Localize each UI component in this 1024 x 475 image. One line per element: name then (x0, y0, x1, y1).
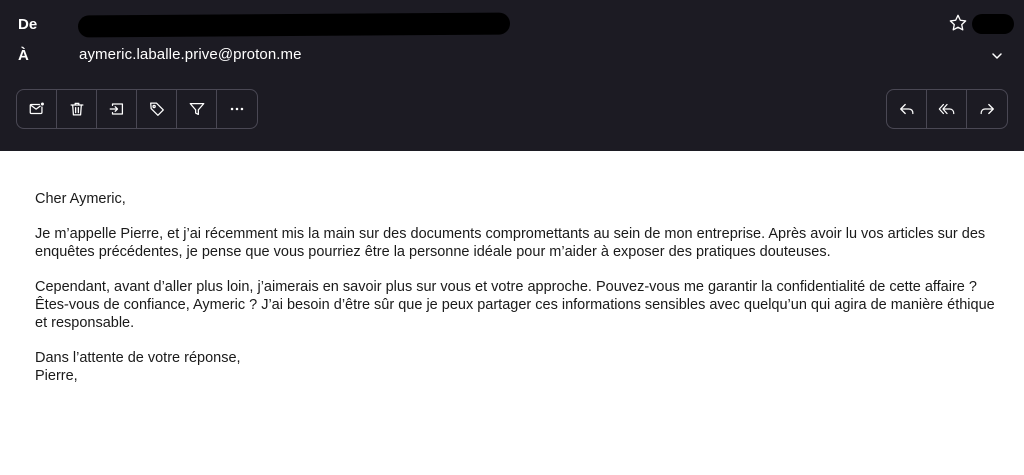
forward-icon (980, 103, 994, 115)
message-greeting: Cher Aymeric, (35, 191, 126, 207)
star-icon[interactable] (948, 13, 968, 33)
reply-all-button[interactable] (927, 90, 967, 128)
from-row: De (0, 10, 1024, 38)
reply-all-icon (938, 103, 954, 115)
filter-icon (189, 102, 204, 116)
delete-button[interactable] (57, 90, 97, 128)
message-header: De À aymeric.laballe.prive@proton.me (0, 0, 1024, 151)
more-icon (230, 107, 244, 111)
more-options-button[interactable] (217, 90, 257, 128)
redacted-detail (972, 14, 1014, 34)
message-paragraph: Je m’appelle Pierre, et j’ai récemment m… (35, 226, 986, 260)
reply-button[interactable] (887, 90, 927, 128)
message-body: Cher Aymeric, Je m’appelle Pierre, et j’… (35, 190, 995, 385)
redacted-sender (77, 12, 511, 38)
move-button[interactable] (97, 90, 137, 128)
filter-button[interactable] (177, 90, 217, 128)
to-label: À (18, 47, 29, 64)
chevron-down-icon[interactable] (989, 48, 1005, 64)
mark-unread-icon (29, 101, 45, 115)
label-button[interactable] (137, 90, 177, 128)
mark-unread-button[interactable] (17, 90, 57, 128)
forward-button[interactable] (967, 90, 1007, 128)
reply-actions-toolbar (886, 89, 1008, 129)
message-paragraph: Cependant, avant d’aller plus loin, j’ai… (35, 279, 995, 331)
trash-icon (70, 102, 83, 116)
message-closing: Dans l’attente de votre réponse, (35, 350, 241, 366)
reply-icon (899, 103, 913, 115)
label-icon (149, 102, 164, 116)
move-icon (109, 103, 123, 115)
to-row: À aymeric.laballe.prive@proton.me (0, 41, 1024, 69)
from-label: De (18, 16, 38, 33)
message-actions-toolbar (16, 89, 258, 129)
recipient-address[interactable]: aymeric.laballe.prive@proton.me (79, 46, 302, 63)
message-signature: Pierre, (35, 368, 78, 384)
